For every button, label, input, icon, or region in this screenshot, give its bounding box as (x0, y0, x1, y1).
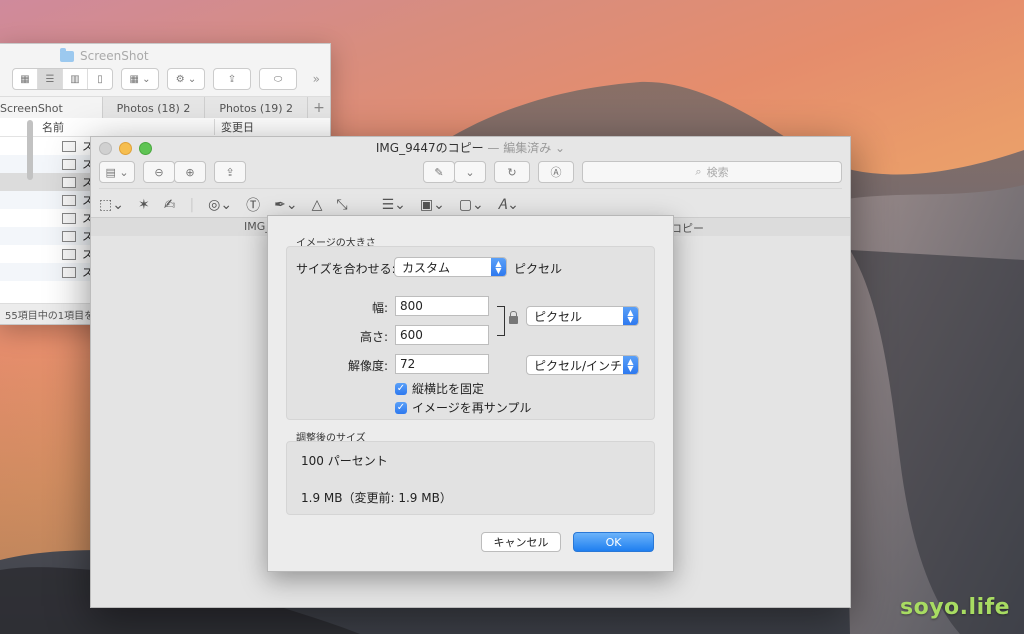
finder-title: ScreenShot (60, 47, 149, 63)
share-button[interactable]: ⇪ (213, 68, 251, 90)
preview-toolbar: ▤ ⌄ ⊖ ⊕ ⇪ ✎ ⌄ ↻ Ⓐ ⌕ 検索 (99, 161, 842, 183)
line-style-icon[interactable]: ☰⌄ (382, 197, 406, 213)
border-color-icon[interactable]: ▣⌄ (420, 197, 445, 213)
watermark-logo: soyo.life (900, 595, 1011, 620)
cancel-button[interactable]: キャンセル (481, 532, 561, 552)
resolution-label: 解像度: (348, 359, 389, 373)
toolbar-divider: | (189, 197, 195, 213)
finder-tabs: ScreenShot Photos (18) 2 Photos (19) 2 + (0, 96, 330, 120)
fit-unit-label: ピクセル (514, 262, 563, 276)
markup-pen-button[interactable]: ✎ (423, 161, 455, 183)
markup-menu-button[interactable]: ⌄ (454, 161, 486, 183)
checkmark-icon: ✓ (395, 382, 407, 395)
list-header: 名前 変更日 (0, 118, 330, 137)
markup-toolbar: ⬚⌄ ✶ ✍ | ◎⌄ Ⓣ ✒⌄ △ ⤡ ☰⌄ ▣⌄ ▢⌄ 𝐴⌄ (99, 188, 842, 217)
zoom-in-button[interactable]: ⊕ (174, 161, 206, 183)
edited-status[interactable]: — 編集済み ⌄ (484, 141, 565, 155)
selection-tool-icon[interactable]: ⬚⌄ (99, 197, 124, 213)
share-button[interactable]: ⇪ (214, 161, 246, 183)
column-view-icon[interactable]: ▥ (63, 69, 88, 89)
preview-title: IMG_9447のコピー — 編集済み ⌄ (91, 137, 850, 159)
resolution-unit-value: ピクセル/インチ (534, 358, 623, 373)
search-placeholder: 検索 (706, 166, 729, 179)
overflow-icon[interactable]: » (313, 72, 320, 86)
popup-arrows-icon: ▲ ▼ (491, 258, 506, 276)
text-icon[interactable]: Ⓣ (246, 195, 260, 215)
resolution-field[interactable]: 72 (395, 354, 489, 374)
text-style-icon[interactable]: 𝐴⌄ (498, 197, 519, 213)
fit-popup[interactable]: カスタム ▲ ▼ (394, 257, 507, 277)
fit-label: サイズを合わせる: (296, 262, 396, 276)
image-file-icon (62, 266, 76, 278)
icon-view-icon[interactable]: ▦ (13, 69, 38, 89)
image-file-icon (62, 194, 76, 206)
adjust-size-icon[interactable]: ⤡ (336, 197, 347, 213)
instant-alpha-icon[interactable]: ✶ (138, 197, 150, 213)
keep-aspect-checkbox[interactable]: ✓ 縦横比を固定 (395, 380, 484, 397)
markup-toolbar-button[interactable]: Ⓐ (538, 161, 574, 183)
view-mode-segment[interactable]: ▦ ☰ ▥ ▯ (12, 68, 113, 90)
arrange-button[interactable]: ▦ ⌄ (121, 68, 159, 90)
resample-label: イメージを再サンプル (412, 401, 532, 415)
finder-toolbar: ▦ ☰ ▥ ▯ ▦ ⌄ ⚙ ⌄ ⇪ ⬭ » (12, 68, 320, 90)
keep-aspect-label: 縦横比を固定 (412, 382, 485, 396)
lock-icon (509, 311, 518, 324)
rotate-button[interactable]: ↻ (494, 161, 530, 183)
aspect-bracket (497, 306, 505, 336)
adjust-size-dialog: イメージの大きさ サイズを合わせる: カスタム ▲ ▼ ピクセル 幅: 800 高… (267, 215, 674, 572)
height-label: 高さ: (360, 330, 389, 344)
image-file-icon (62, 248, 76, 260)
action-gear-button[interactable]: ⚙ ⌄ (167, 68, 205, 90)
image-file-icon (62, 230, 76, 242)
image-file-icon (62, 212, 76, 224)
search-icon: ⌕ (695, 165, 702, 178)
dimension-unit-popup[interactable]: ピクセル ▲ ▼ (526, 306, 639, 326)
height-field[interactable]: 600 (395, 325, 489, 345)
tab-photos-18[interactable]: Photos (18) 2 (103, 97, 206, 119)
finder-scrollbar[interactable] (27, 120, 33, 180)
document-title[interactable]: IMG_9447のコピー (376, 141, 484, 155)
cover-flow-icon[interactable]: ▯ (88, 69, 112, 89)
result-filesize: 1.9 MB（変更前: 1.9 MB） (301, 491, 452, 505)
adjust-color-icon[interactable]: △ (312, 197, 323, 213)
width-label: 幅: (372, 301, 389, 315)
column-date[interactable]: 変更日 (214, 119, 254, 135)
sketch-icon[interactable]: ✍ (164, 197, 176, 213)
image-file-icon (62, 176, 76, 188)
list-view-icon[interactable]: ☰ (38, 69, 63, 89)
ok-button[interactable]: OK (573, 532, 654, 552)
tab-photos-19[interactable]: Photos (19) 2 (205, 97, 309, 119)
resample-checkbox[interactable]: ✓ イメージを再サンプル (395, 399, 531, 416)
image-file-icon (62, 140, 76, 152)
dimension-unit-value: ピクセル (534, 309, 583, 324)
width-field[interactable]: 800 (395, 296, 489, 316)
sidebar-toggle-button[interactable]: ▤ ⌄ (99, 161, 135, 183)
tag-button[interactable]: ⬭ (259, 68, 297, 90)
fit-value: カスタム (402, 260, 451, 275)
folder-icon (60, 47, 74, 62)
column-name[interactable]: 名前 (42, 119, 64, 135)
add-tab-button[interactable]: + (308, 97, 330, 119)
search-field[interactable]: ⌕ 検索 (582, 161, 842, 183)
popup-arrows-icon: ▲ ▼ (623, 307, 638, 325)
finder-title-label: ScreenShot (80, 49, 149, 63)
resolution-unit-popup[interactable]: ピクセル/インチ ▲ ▼ (526, 355, 639, 375)
result-percent: 100 パーセント (301, 454, 388, 468)
image-file-icon (62, 158, 76, 170)
zoom-out-button[interactable]: ⊖ (143, 161, 175, 183)
shapes-icon[interactable]: ◎⌄ (208, 197, 232, 213)
tab-screenshot[interactable]: ScreenShot (0, 97, 103, 119)
fill-color-icon[interactable]: ▢⌄ (459, 197, 484, 213)
signature-icon[interactable]: ✒⌄ (274, 197, 297, 213)
popup-arrows-icon: ▲ ▼ (623, 356, 638, 374)
checkmark-icon: ✓ (395, 401, 407, 414)
tab-right-label[interactable]: コピー (671, 220, 704, 236)
